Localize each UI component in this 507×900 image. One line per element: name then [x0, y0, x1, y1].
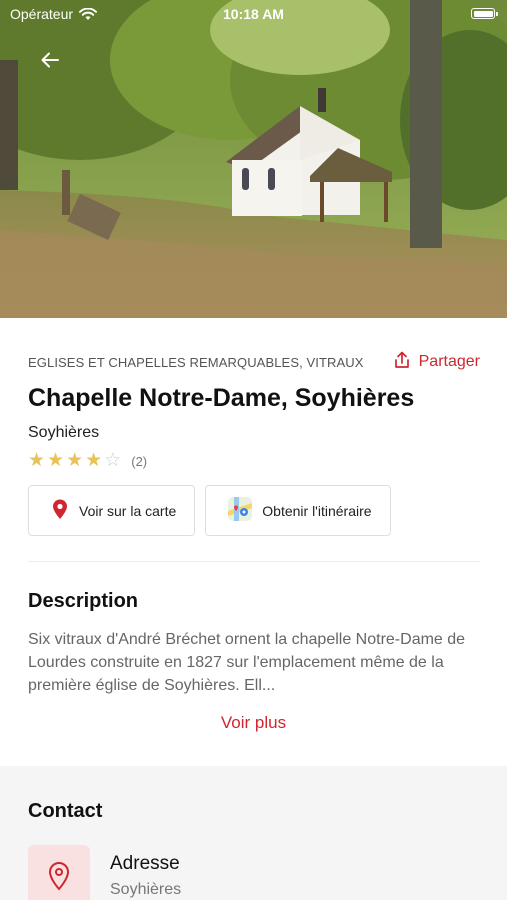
see-more-link[interactable]: Voir plus: [0, 713, 507, 733]
description-text: Six vitraux d'André Bréchet ornent la ch…: [28, 631, 466, 694]
location-pin-icon: [28, 845, 90, 900]
star-filled-icon: ★: [85, 450, 103, 471]
description-heading: Description: [28, 590, 139, 612]
status-time: 10:18 AM: [223, 6, 284, 22]
get-directions-label: Obtenir l'itinéraire: [262, 502, 372, 519]
get-directions-button[interactable]: Obtenir l'itinéraire: [205, 485, 391, 536]
address-item[interactable]: Adresse Soyhières: [28, 845, 181, 900]
address-value: Soyhières: [110, 881, 182, 898]
address-label: Adresse: [110, 853, 180, 874]
maps-app-icon: [228, 497, 253, 524]
share-button[interactable]: Partager: [393, 351, 480, 374]
star-empty-icon: ☆: [104, 450, 122, 471]
location-label: Soyhières: [28, 424, 100, 441]
contact-heading: Contact: [28, 800, 103, 822]
star-filled-icon: ★: [47, 450, 65, 471]
description-section: Description Six vitraux d'André Bréchet …: [28, 590, 480, 697]
map-pin-icon: [51, 498, 69, 523]
place-info: EGLISES ET CHAPELLES REMARQUABLES, VITRA…: [28, 350, 480, 536]
contact-section: Contact Adresse Soyhières: [0, 766, 507, 900]
divider: [28, 561, 480, 562]
view-on-map-button[interactable]: Voir sur la carte: [28, 485, 196, 536]
star-filled-icon: ★: [66, 450, 84, 471]
hero-photo: Opérateur 10:18 AM: [0, 0, 507, 318]
back-button[interactable]: [30, 40, 70, 80]
rating-count: (2): [131, 453, 148, 469]
star-rating: ★ ★ ★ ★ ☆ (2): [28, 451, 480, 471]
page-title: Chapelle Notre-Dame, Soyhières: [28, 384, 415, 412]
view-on-map-label: Voir sur la carte: [79, 502, 177, 519]
action-buttons: Voir sur la carte Obtenir l'itinéraire: [28, 485, 480, 536]
share-icon: [393, 351, 411, 374]
category-label: EGLISES ET CHAPELLES REMARQUABLES, VITRA…: [28, 354, 364, 370]
battery-icon: [471, 8, 498, 19]
star-filled-icon: ★: [28, 450, 46, 471]
arrow-left-icon: [39, 49, 61, 71]
status-bar: Opérateur 10:18 AM: [0, 0, 507, 28]
share-label: Partager: [418, 353, 480, 370]
